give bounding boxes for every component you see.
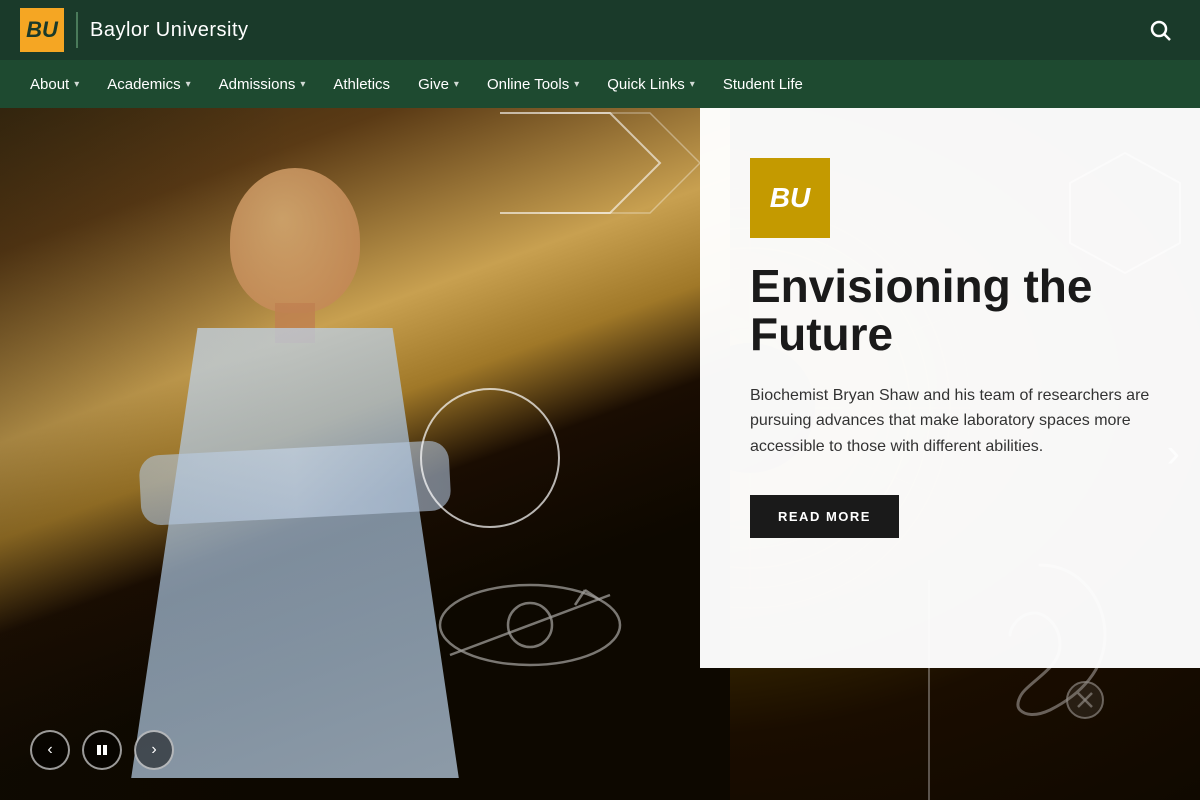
nav-item-admissions[interactable]: Admissions ▾ [205,60,320,108]
eye-accessibility-icon [430,575,630,680]
circle-decoration [420,388,560,528]
slide-right-arrow[interactable]: › [1167,432,1180,477]
nav-item-quick-links[interactable]: Quick Links ▾ [593,60,709,108]
chevron-down-icon: ▾ [690,79,695,90]
slider-controls: ‹ › [30,730,174,770]
bu-panel-logo-text: BU [770,182,810,214]
search-button[interactable] [1140,10,1180,50]
hero-vertical-divider [928,580,930,800]
nav-item-give[interactable]: Give ▾ [404,60,473,108]
bu-panel-logo: BU [750,158,830,238]
slide-prev-button[interactable]: ‹ [30,730,70,770]
chevron-down-icon: ▾ [454,79,459,90]
nav-item-academics[interactable]: Academics ▾ [93,60,204,108]
bu-logo-mark: BU [20,8,64,52]
logo-area: BU Baylor University [20,8,249,52]
person-head [230,168,360,313]
slide-pause-button[interactable] [82,730,122,770]
chevron-down-icon: ▾ [300,79,305,90]
nav-item-online-tools[interactable]: Online Tools ▾ [473,60,593,108]
university-name: Baylor University [90,19,249,42]
site-header: BU Baylor University [0,0,1200,60]
slide-next-button[interactable]: › [134,730,174,770]
geo-chevron-top [480,108,700,223]
geo-hex-right [1060,148,1190,283]
nav-item-student-life[interactable]: Student Life [709,60,817,108]
chevron-down-icon: ▾ [74,79,79,90]
person-shirt [100,328,490,778]
read-more-button[interactable]: READ MORE [750,495,899,538]
main-nav: About ▾ Academics ▾ Admissions ▾ Athleti… [0,60,1200,108]
hero-section: BU Envisioning the Future Biochemist Bry… [0,108,1200,800]
nav-item-athletics[interactable]: Athletics [319,60,404,108]
logo-divider [76,12,78,48]
hero-description: Biochemist Bryan Shaw and his team of re… [750,383,1150,460]
chevron-down-icon: ▾ [574,79,579,90]
chevron-down-icon: ▾ [186,79,191,90]
nav-item-about[interactable]: About ▾ [16,60,93,108]
